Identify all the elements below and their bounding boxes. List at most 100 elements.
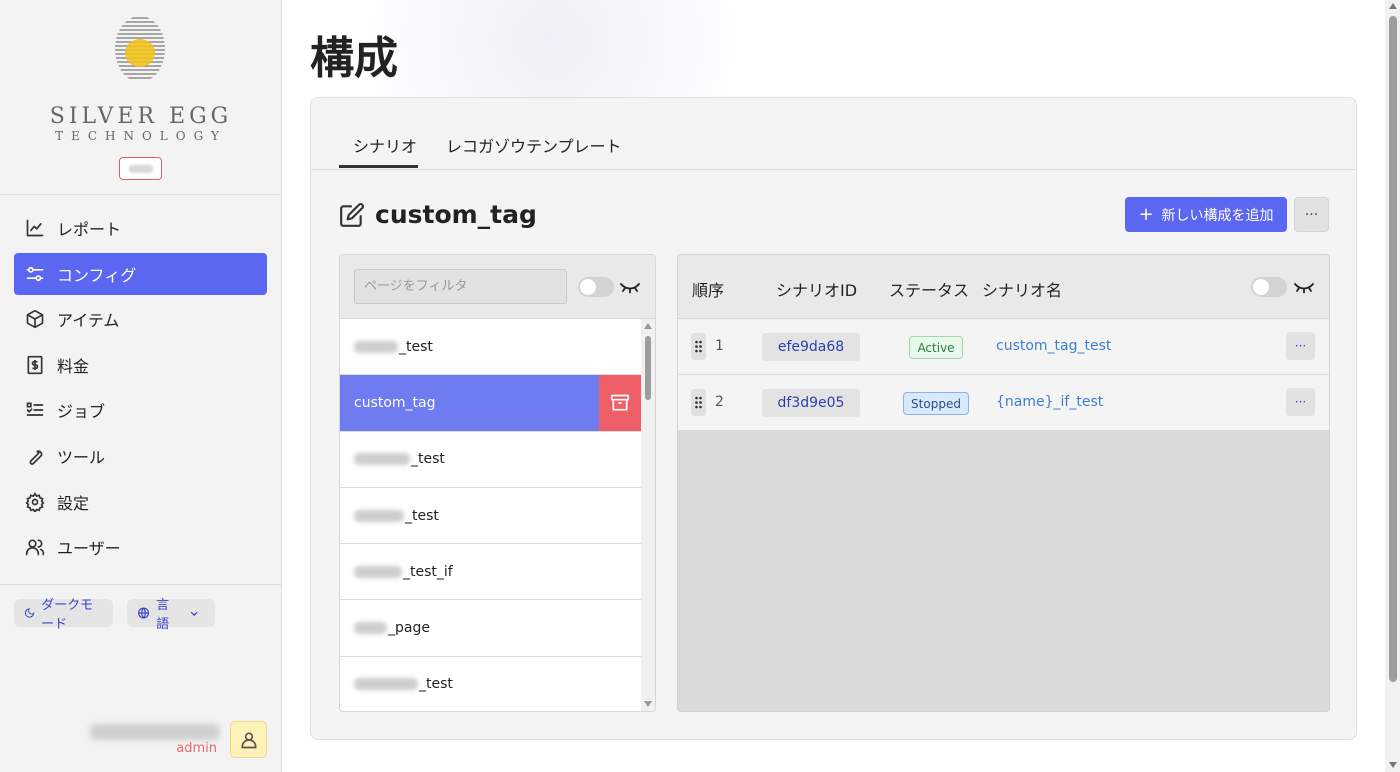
nav-label: ツール [57, 447, 106, 467]
language-label: 言語 [156, 598, 170, 632]
user-name [90, 724, 220, 740]
page-list-rows: _test custom_tag _test _test _test_if _p… [340, 319, 641, 711]
col-scenario-id: シナリオID [776, 281, 858, 300]
avatar[interactable] [230, 721, 267, 758]
scenario-table-header: 順序 シナリオID ステータス シナリオ名 [678, 255, 1329, 319]
redacted-text [354, 565, 402, 578]
eye-closed-icon [620, 283, 640, 294]
main-nav: レポート コンフィグ アイテム 料金 ジョブ ツール 設定 ユーザー [14, 207, 267, 572]
window-scrollbar[interactable] [1385, 0, 1400, 772]
scroll-up-arrow-icon[interactable] [1389, 3, 1397, 9]
page-name: _test [399, 338, 433, 355]
drag-handle-icon[interactable] [691, 389, 706, 416]
page-name: _page [388, 620, 430, 637]
col-scenario-name: シナリオ名 [982, 281, 1063, 300]
tab-scenario[interactable]: シナリオ [353, 133, 417, 157]
config-panel: シナリオ レコガゾウテンプレート custom_tag + 新しい構成を追加 ·… [310, 97, 1357, 740]
window-scroll-thumb[interactable] [1389, 16, 1397, 682]
logo-area: SILVER EGG TECHNOLOGY [0, 0, 282, 195]
list-item[interactable]: _test [340, 656, 641, 711]
col-status: ステータス [889, 281, 970, 300]
scenario-id[interactable]: df3d9e05 [762, 389, 860, 417]
status-badge: Active [909, 336, 963, 359]
sidebar-divider [0, 584, 282, 585]
active-tab-indicator [339, 165, 418, 168]
cube-icon [25, 309, 45, 329]
nav-label: レポート [57, 220, 122, 239]
nav-item-items[interactable]: アイテム [14, 298, 267, 340]
nav-item-settings[interactable]: 設定 [14, 481, 267, 523]
list-item-selected[interactable]: custom_tag [340, 375, 641, 432]
sliders-icon [25, 264, 45, 284]
table-row: 1 efe9da68 Active custom_tag_test ··· [678, 319, 1329, 375]
page-name: custom_tag [354, 394, 436, 411]
nav-item-tools[interactable]: ツール [14, 435, 267, 477]
page-name: _test [405, 507, 439, 524]
nav-label: ユーザー [57, 539, 121, 559]
list-item[interactable]: _page [340, 600, 641, 657]
redacted-text [354, 678, 418, 691]
add-config-button[interactable]: + 新しい構成を追加 [1125, 197, 1287, 232]
redacted-text [354, 509, 404, 522]
row-more-button[interactable]: ··· [1286, 332, 1315, 360]
list-item[interactable]: _test [340, 487, 641, 545]
scenario-id[interactable]: efe9da68 [762, 333, 860, 361]
scroll-down-arrow-icon[interactable] [1389, 762, 1397, 768]
row-order: 2 [715, 394, 724, 410]
page-name: _test [419, 676, 453, 693]
nav-item-users[interactable]: ユーザー [14, 526, 267, 568]
nav-label: 設定 [57, 493, 90, 513]
status-badge: Stopped [903, 392, 969, 415]
chevron-down-icon [190, 611, 198, 616]
brand-subtitle: TECHNOLOGY [55, 129, 227, 143]
nav-label: ジョブ [57, 402, 106, 422]
list-item[interactable]: _test [340, 431, 641, 488]
archive-icon [610, 394, 630, 411]
page-list-scrollbar[interactable] [641, 319, 655, 711]
environment-badge [119, 157, 162, 180]
nav-item-jobs[interactable]: ジョブ [14, 389, 267, 431]
tab-bar: シナリオ レコガゾウテンプレート [311, 98, 1356, 170]
globe-icon [138, 607, 150, 619]
list-item[interactable]: _test_if [340, 544, 641, 601]
nav-label: 料金 [57, 356, 90, 376]
list-item[interactable]: _test [340, 319, 641, 376]
page-name: _test_if [403, 563, 453, 580]
list-checks-icon [25, 400, 45, 420]
show-hidden-toggle[interactable] [578, 277, 614, 297]
nav-item-config[interactable]: コンフィグ [14, 252, 267, 295]
users-icon [25, 537, 45, 557]
col-order: 順序 [692, 281, 725, 300]
show-hidden-scenarios-toggle[interactable] [1251, 277, 1287, 297]
scenario-name-link[interactable]: custom_tag_test [996, 338, 1111, 354]
moon-icon [24, 608, 35, 618]
silver-egg-logo [115, 17, 165, 79]
section-header: custom_tag [339, 200, 537, 229]
row-more-button[interactable]: ··· [1286, 388, 1315, 416]
scroll-up-arrow-icon[interactable] [644, 323, 652, 329]
user-role: admin [176, 741, 217, 756]
scroll-down-arrow-icon[interactable] [644, 701, 652, 707]
nav-item-billing[interactable]: 料金 [14, 344, 267, 386]
page-list-header [340, 255, 655, 319]
scenario-name-link[interactable]: {name}_if_test [996, 394, 1103, 410]
dark-mode-label: ダークモード [41, 598, 94, 632]
wrench-icon [25, 446, 45, 466]
nav-item-report[interactable]: レポート [14, 207, 267, 249]
add-config-label: 新しい構成を追加 [1161, 207, 1274, 224]
dark-mode-button[interactable]: ダークモード [14, 598, 113, 632]
brand-name: SILVER EGG [49, 104, 233, 129]
edit-icon[interactable] [339, 202, 365, 228]
language-select[interactable]: 言語 [127, 598, 215, 632]
more-options-button[interactable]: ··· [1294, 197, 1329, 232]
nav-label: コンフィグ [57, 265, 137, 285]
scenario-table: 順序 シナリオID ステータス シナリオ名 1 efe9da68 Active … [677, 254, 1330, 712]
scroll-thumb[interactable] [645, 336, 651, 400]
archive-button[interactable] [599, 375, 641, 432]
drag-handle-icon[interactable] [691, 333, 706, 360]
page-title: 構成 [310, 33, 398, 84]
page-filter-input[interactable] [354, 269, 567, 304]
tab-recommend-template[interactable]: レコガゾウテンプレート [446, 133, 622, 157]
nav-label: アイテム [57, 311, 120, 331]
page-list: _test custom_tag _test _test _test_if [339, 254, 656, 712]
